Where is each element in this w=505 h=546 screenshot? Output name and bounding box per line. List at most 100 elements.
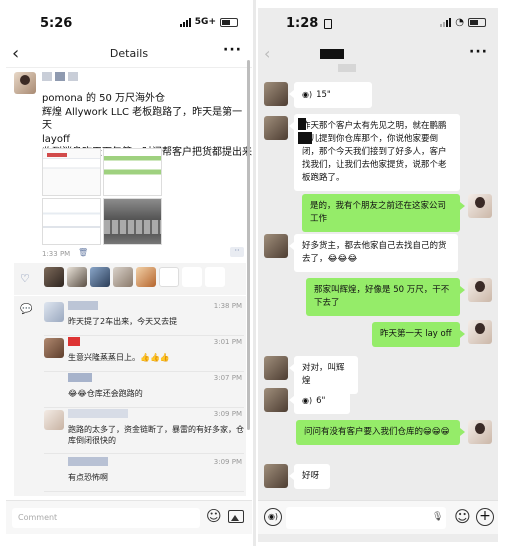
message-bubble-sent[interactable]: 是的，我有个朋友之前还在这家公司工作	[302, 194, 465, 232]
more-icon[interactable]: ···	[223, 42, 242, 58]
message-bubble-sent[interactable]: 那家叫辉煌，好像是 50 万尺，干不下去了	[306, 278, 465, 316]
self-avatar[interactable]	[468, 420, 492, 444]
scrollbar[interactable]	[247, 60, 250, 430]
like-avatar[interactable]	[136, 267, 156, 287]
like-avatar[interactable]	[44, 267, 64, 287]
message-bubble[interactable]: 昨天那个客户太有先见之明，就在鹏鹏那儿提到你仓库那个，你说他家要倒闭，那个今天我…	[289, 114, 460, 191]
plus-icon[interactable]: +	[476, 508, 494, 526]
comment-time: 3:07 PM	[213, 374, 242, 382]
contact-avatar[interactable]	[264, 464, 288, 488]
comment-text: 有点恐怖啊	[68, 473, 108, 482]
commenter-avatar[interactable]	[44, 458, 64, 478]
emoji-icon[interactable]: ☺	[454, 507, 471, 526]
voice-message[interactable]: ◉) 6"	[289, 388, 350, 414]
moments-detail-panel: 5:26 5G+ ‹ Details ··· pomona 的 50 万尺海外仓…	[6, 8, 252, 542]
message-input[interactable]	[286, 507, 446, 529]
like-avatar[interactable]	[205, 267, 225, 287]
contact-avatar[interactable]	[264, 116, 288, 140]
message-bubble-sent[interactable]: 问问有没有客户要入我们仓库的😁😁😁	[296, 420, 465, 445]
like-avatars	[44, 267, 225, 287]
voice-message[interactable]: ◉) 15"	[289, 82, 372, 108]
signal-icon	[179, 17, 191, 27]
like-avatar[interactable]	[182, 267, 202, 287]
message-bubble-sent[interactable]: 昨天第一天 lay off	[372, 322, 465, 347]
self-avatar[interactable]	[468, 278, 492, 302]
message-bubble[interactable]: 好呀	[289, 464, 330, 489]
contact-avatar[interactable]	[264, 82, 288, 106]
like-avatar[interactable]	[90, 267, 110, 287]
comment-text: 😂😂仓库还会跑路的	[68, 389, 143, 398]
status-bar: 5:26 5G+	[6, 8, 252, 38]
message-text: 好呀	[302, 471, 320, 481]
image-icon[interactable]	[228, 510, 244, 523]
chat-title-redacted	[320, 49, 344, 59]
more-icon[interactable]: ···	[469, 44, 488, 60]
comment-item[interactable]: 1:38 PM 昨天提了2车出来，今天又去提	[44, 300, 244, 336]
emoji-icon[interactable]: ☺	[206, 507, 222, 525]
comment-time: 3:01 PM	[213, 338, 242, 346]
comment-time: 1:38 PM	[213, 302, 242, 310]
comment-text: 跑路的太多了，资金链断了，暴雷的有好多家，仓库倒闭很快的	[68, 425, 244, 445]
message-text: 是的，我有个朋友之前还在这家公司工作	[310, 201, 447, 224]
post-text-line: 辉煌 Allywork LLC 老板跑路了，昨天是第一天	[42, 106, 243, 132]
post-image[interactable]	[103, 148, 162, 196]
comment-item[interactable]: 3:07 PM 😂😂仓库还会跑路的	[44, 372, 244, 408]
contact-avatar[interactable]	[264, 388, 288, 412]
commenter-avatar[interactable]	[44, 410, 64, 430]
like-avatar[interactable]	[159, 267, 179, 287]
status-time: 1:28	[286, 16, 319, 31]
post-image[interactable]	[103, 197, 162, 245]
nav-bar: ‹ Details ···	[6, 40, 252, 68]
comment-item[interactable]: 3:09 PM 有点恐怖啊	[44, 456, 244, 492]
comment-icon: 💬	[20, 304, 33, 315]
post-time: 1:33 PM	[42, 250, 71, 258]
post-image[interactable]	[42, 197, 101, 245]
mic-icon[interactable]: 🎙	[432, 512, 443, 522]
battery-icon	[468, 18, 486, 27]
post-author-name-redacted	[42, 72, 78, 81]
voice-duration: 6"	[316, 396, 326, 406]
like-avatar[interactable]	[67, 267, 87, 287]
comments-section: 💬 1:38 PM 昨天提了2车出来，今天又去提 3:01 PM 生意兴隆蒸蒸日…	[14, 296, 246, 496]
wifi-icon: ◔	[455, 17, 464, 28]
commenter-avatar[interactable]	[44, 374, 64, 394]
lock-icon	[324, 19, 332, 29]
signal-icon	[440, 18, 452, 27]
page-title: Details	[109, 47, 149, 60]
redacted-block	[298, 118, 306, 130]
post-image[interactable]	[42, 148, 101, 196]
battery-icon	[220, 17, 238, 27]
comment-input[interactable]: Comment	[12, 508, 200, 528]
commenter-name-redacted	[68, 337, 80, 346]
contact-avatar[interactable]	[264, 356, 288, 380]
message-text: 好多货主，都去他家自己去找自己的货去了，😂😂😂	[302, 241, 447, 264]
likes-section: ♡	[14, 263, 246, 295]
voice-icon: ◉)	[302, 90, 313, 99]
post-text-line: layoff	[42, 133, 70, 145]
self-avatar[interactable]	[468, 320, 492, 344]
post-actions-button[interactable]: ··	[230, 247, 244, 257]
redacted-block	[298, 132, 312, 144]
comment-text: 生意兴隆蒸蒸日上。👍👍👍	[68, 353, 170, 362]
voice-icon: ◉)	[302, 396, 313, 405]
comment-item[interactable]: 3:09 PM 跑路的太多了，资金链断了，暴雷的有好多家，仓库倒闭很快的	[44, 408, 244, 454]
comment-text: 昨天提了2车出来，今天又去提	[68, 317, 178, 326]
commenter-avatar[interactable]	[44, 338, 64, 358]
trash-icon[interactable]: 🗑	[78, 248, 88, 257]
message-bubble[interactable]: 好多货主，都去他家自己去找自己的货去了，😂😂😂	[289, 234, 458, 272]
post-image-grid	[42, 148, 162, 245]
back-icon[interactable]: ‹	[264, 44, 270, 63]
voice-input-icon[interactable]: ◉)	[264, 508, 282, 526]
like-avatar[interactable]	[113, 267, 133, 287]
commenter-name-redacted	[68, 373, 92, 382]
contact-avatar[interactable]	[264, 234, 288, 258]
comment-item[interactable]: 3:01 PM 生意兴隆蒸蒸日上。👍👍👍	[44, 336, 244, 372]
message-text: 对对，叫辉煌	[302, 363, 345, 386]
message-text: 昨天那个客户太有先见之明，就在鹏鹏那儿提到你仓库那个，你说他家要倒闭，那个今天我…	[302, 121, 447, 183]
heart-icon: ♡	[20, 272, 30, 285]
commenter-avatar[interactable]	[44, 302, 64, 322]
status-icons: 5G+	[179, 17, 238, 27]
commenter-name-redacted	[68, 457, 108, 466]
post-author-avatar[interactable]	[14, 72, 36, 94]
self-avatar[interactable]	[468, 194, 492, 218]
